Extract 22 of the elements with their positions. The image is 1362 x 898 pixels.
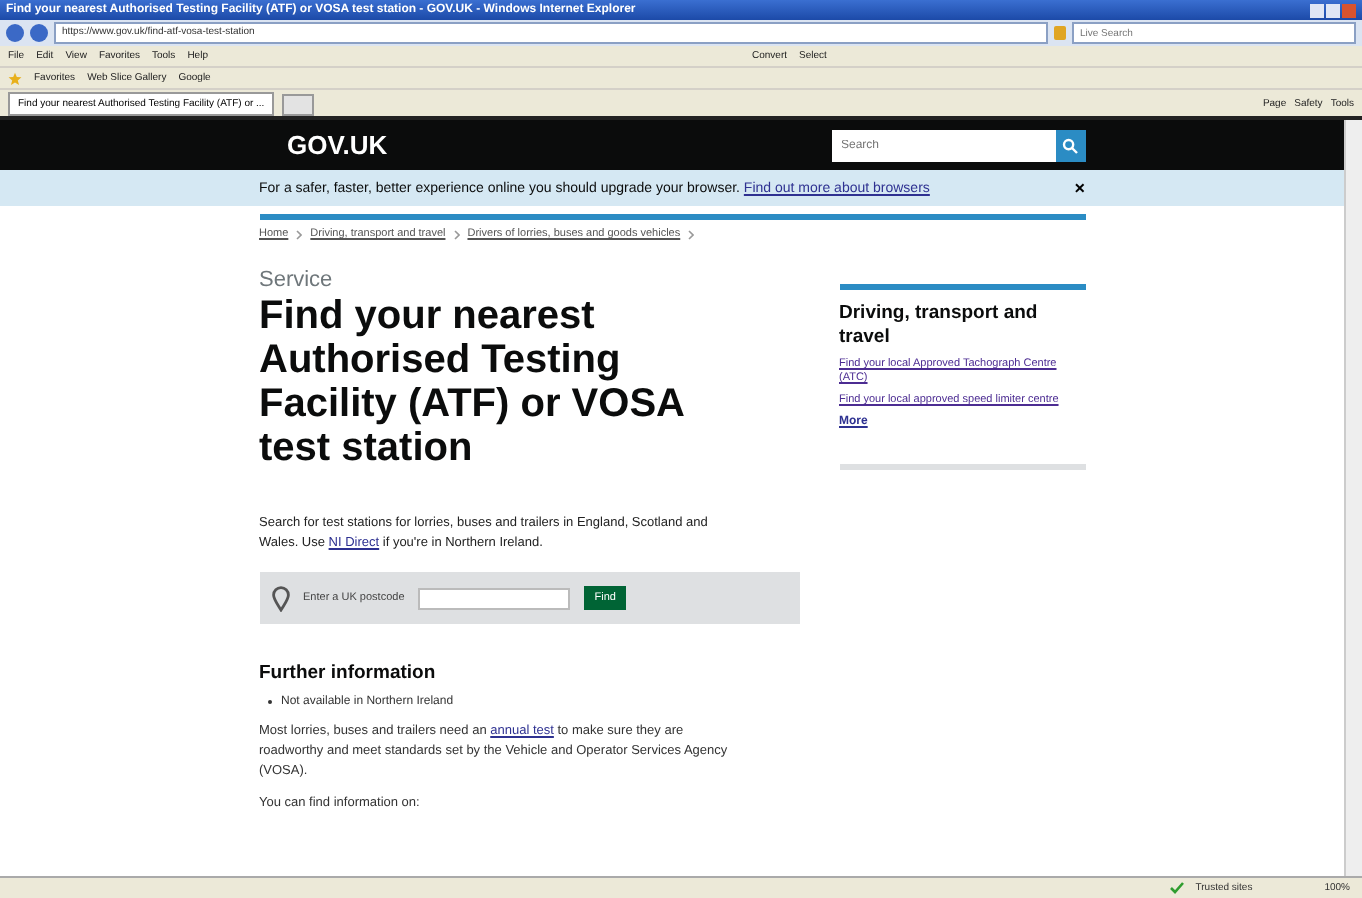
forward-button[interactable]	[30, 24, 48, 42]
maximize-button[interactable]	[1326, 3, 1340, 17]
search-button[interactable]	[1055, 129, 1085, 161]
chevron-icon	[688, 229, 695, 239]
star-icon	[8, 71, 22, 85]
chevron-icon	[453, 229, 460, 239]
page-kicker: Service	[259, 268, 335, 292]
new-tab-button[interactable]	[282, 94, 315, 116]
search-icon	[1062, 137, 1078, 153]
sidebar-heading: Driving, transport and travel	[839, 302, 1040, 350]
lock-icon	[1054, 26, 1066, 40]
minimize-button[interactable]	[1310, 3, 1324, 17]
scrollbar[interactable]	[1344, 120, 1362, 876]
site-logo[interactable]: GOV.UK	[259, 130, 388, 160]
section-heading: Further information	[259, 662, 438, 684]
chevron-icon	[296, 229, 303, 239]
map-pin-icon	[271, 585, 289, 611]
checkmark-icon	[1169, 882, 1184, 894]
postcode-field[interactable]	[418, 587, 571, 609]
page-heading: Find your nearest Authorised Testing Facility (ATF) or VOSA test station	[259, 294, 686, 470]
close-button[interactable]: ×	[1074, 179, 1085, 197]
back-button[interactable]	[6, 24, 24, 42]
